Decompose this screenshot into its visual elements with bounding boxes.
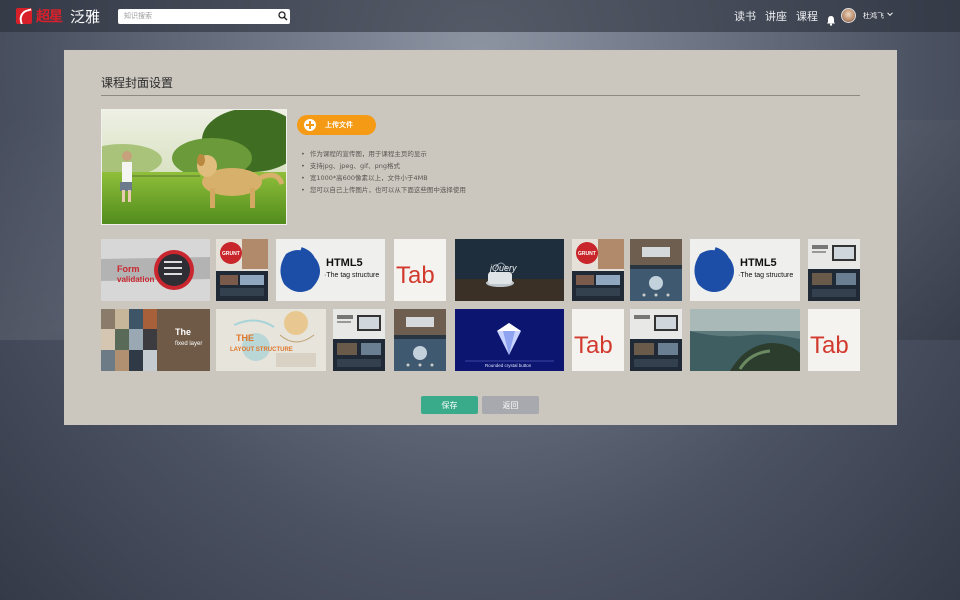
search-input[interactable] [118,8,269,24]
thumbnail-tab[interactable]: Tab [394,239,446,301]
logo[interactable]: 超星 泛雅 [16,6,100,27]
thumbnail-layout-structure[interactable]: THE LAYOUT STRUCTURE [216,309,326,371]
thumbnail-responsive-phone-2[interactable] [394,309,446,371]
logo-calligraphy: 超星 [36,9,63,25]
bell-icon[interactable] [826,11,836,26]
thumb-text: LAYOUT STRUCTURE [230,347,293,353]
thumb-text: Tab [574,332,613,359]
thumbnail-rounded-crystal-button[interactable]: Rounded crystal button [455,309,564,371]
search-box [118,8,291,24]
search-icon [278,11,288,21]
upload-button-label: 上传文件 [325,121,353,129]
thumb-text: fixed layer [175,341,202,347]
thumbnail-responsive-phone-3[interactable] [630,309,682,371]
chevron-down-icon[interactable] [886,10,894,18]
thumbnail-html5-tag-structure-2[interactable]: HTML5 ·The tag structure [690,239,800,301]
thumb-text: THE [236,333,254,343]
back-button[interactable]: 返回 [482,396,539,414]
thumb-text: jQuery [489,263,517,273]
upload-notes: 作为课程的宣传图，用于课程主页的显示 支持jpg、jpeg、gif、png格式 … [301,148,466,196]
feather-logo-icon [16,8,32,24]
thumb-text: Tab [810,332,849,359]
note-item: 您可以自己上传图片，也可以从下面这些图中选择使用 [301,184,466,196]
thumb-text: The [175,327,191,337]
logo-text: 泛雅 [70,7,101,26]
thumb-text: Rounded crystal button [485,363,532,368]
thumb-text: HTML5 [326,257,363,269]
note-item: 作为课程的宣传图，用于课程主页的显示 [301,148,466,160]
thumbnail-grunt[interactable]: GRUNT [216,239,268,301]
cover-settings-panel: 课程封面设置 上传文件 • 作为课程的宣传图，用于课程主页的显示 • 支持jpg… [64,50,897,425]
thumb-text: GRUNT [578,251,596,257]
thumbnail-responsive-screens-2[interactable] [333,309,385,371]
nav-item-courses[interactable]: 课程 [796,8,818,24]
thumb-text: ·The tag structure [324,272,379,279]
thumbnail-tab-2[interactable]: Tab [572,309,624,371]
main-nav: 读书 讲座 课程 [725,0,836,32]
thumb-text: validation [117,275,154,284]
note-item: 宽1000*高600像素以上，文件小于4MB [301,172,466,184]
thumbnail-grunt-2[interactable]: GRUNT [572,239,624,301]
nav-item-lectures[interactable]: 讲座 [765,8,787,24]
cover-preview-image [101,109,287,225]
page-title: 课程封面设置 [101,76,174,90]
upload-file-button[interactable]: 上传文件 [297,115,376,135]
thumbnail-tab-3[interactable]: Tab [808,309,860,371]
title-divider [101,95,860,96]
search-button[interactable] [276,9,290,24]
username[interactable]: 杜鸿飞 [863,11,884,21]
thumbnail-responsive-phone[interactable] [630,239,682,301]
thumb-text: ·The tag structure [738,272,793,279]
note-item: 支持jpg、jpeg、gif、png格式 [301,160,466,172]
thumbnail-form-validation[interactable]: Form validation [101,239,210,301]
thumb-text: Form [117,264,140,274]
nav-item-reading[interactable]: 读书 [734,8,756,24]
thumbnail-html5-tag-structure[interactable]: HTML5 ·The tag structure [276,239,385,301]
plus-circle-icon [304,119,316,131]
thumbnail-fixed-layer[interactable]: The fixed layer [101,309,210,371]
top-navigation-bar: 超星 泛雅 读书 讲座 课程 杜鸿飞 [0,0,960,32]
avatar[interactable] [841,8,856,23]
save-button[interactable]: 保存 [421,396,478,414]
thumbnail-responsive-screens[interactable] [808,239,860,301]
thumb-text: GRUNT [222,251,240,257]
thumbnail-jquery-basic[interactable]: jQuery [455,239,564,301]
thumbnail-seaside-cliff[interactable] [690,309,800,371]
thumb-text: HTML5 [740,257,777,269]
